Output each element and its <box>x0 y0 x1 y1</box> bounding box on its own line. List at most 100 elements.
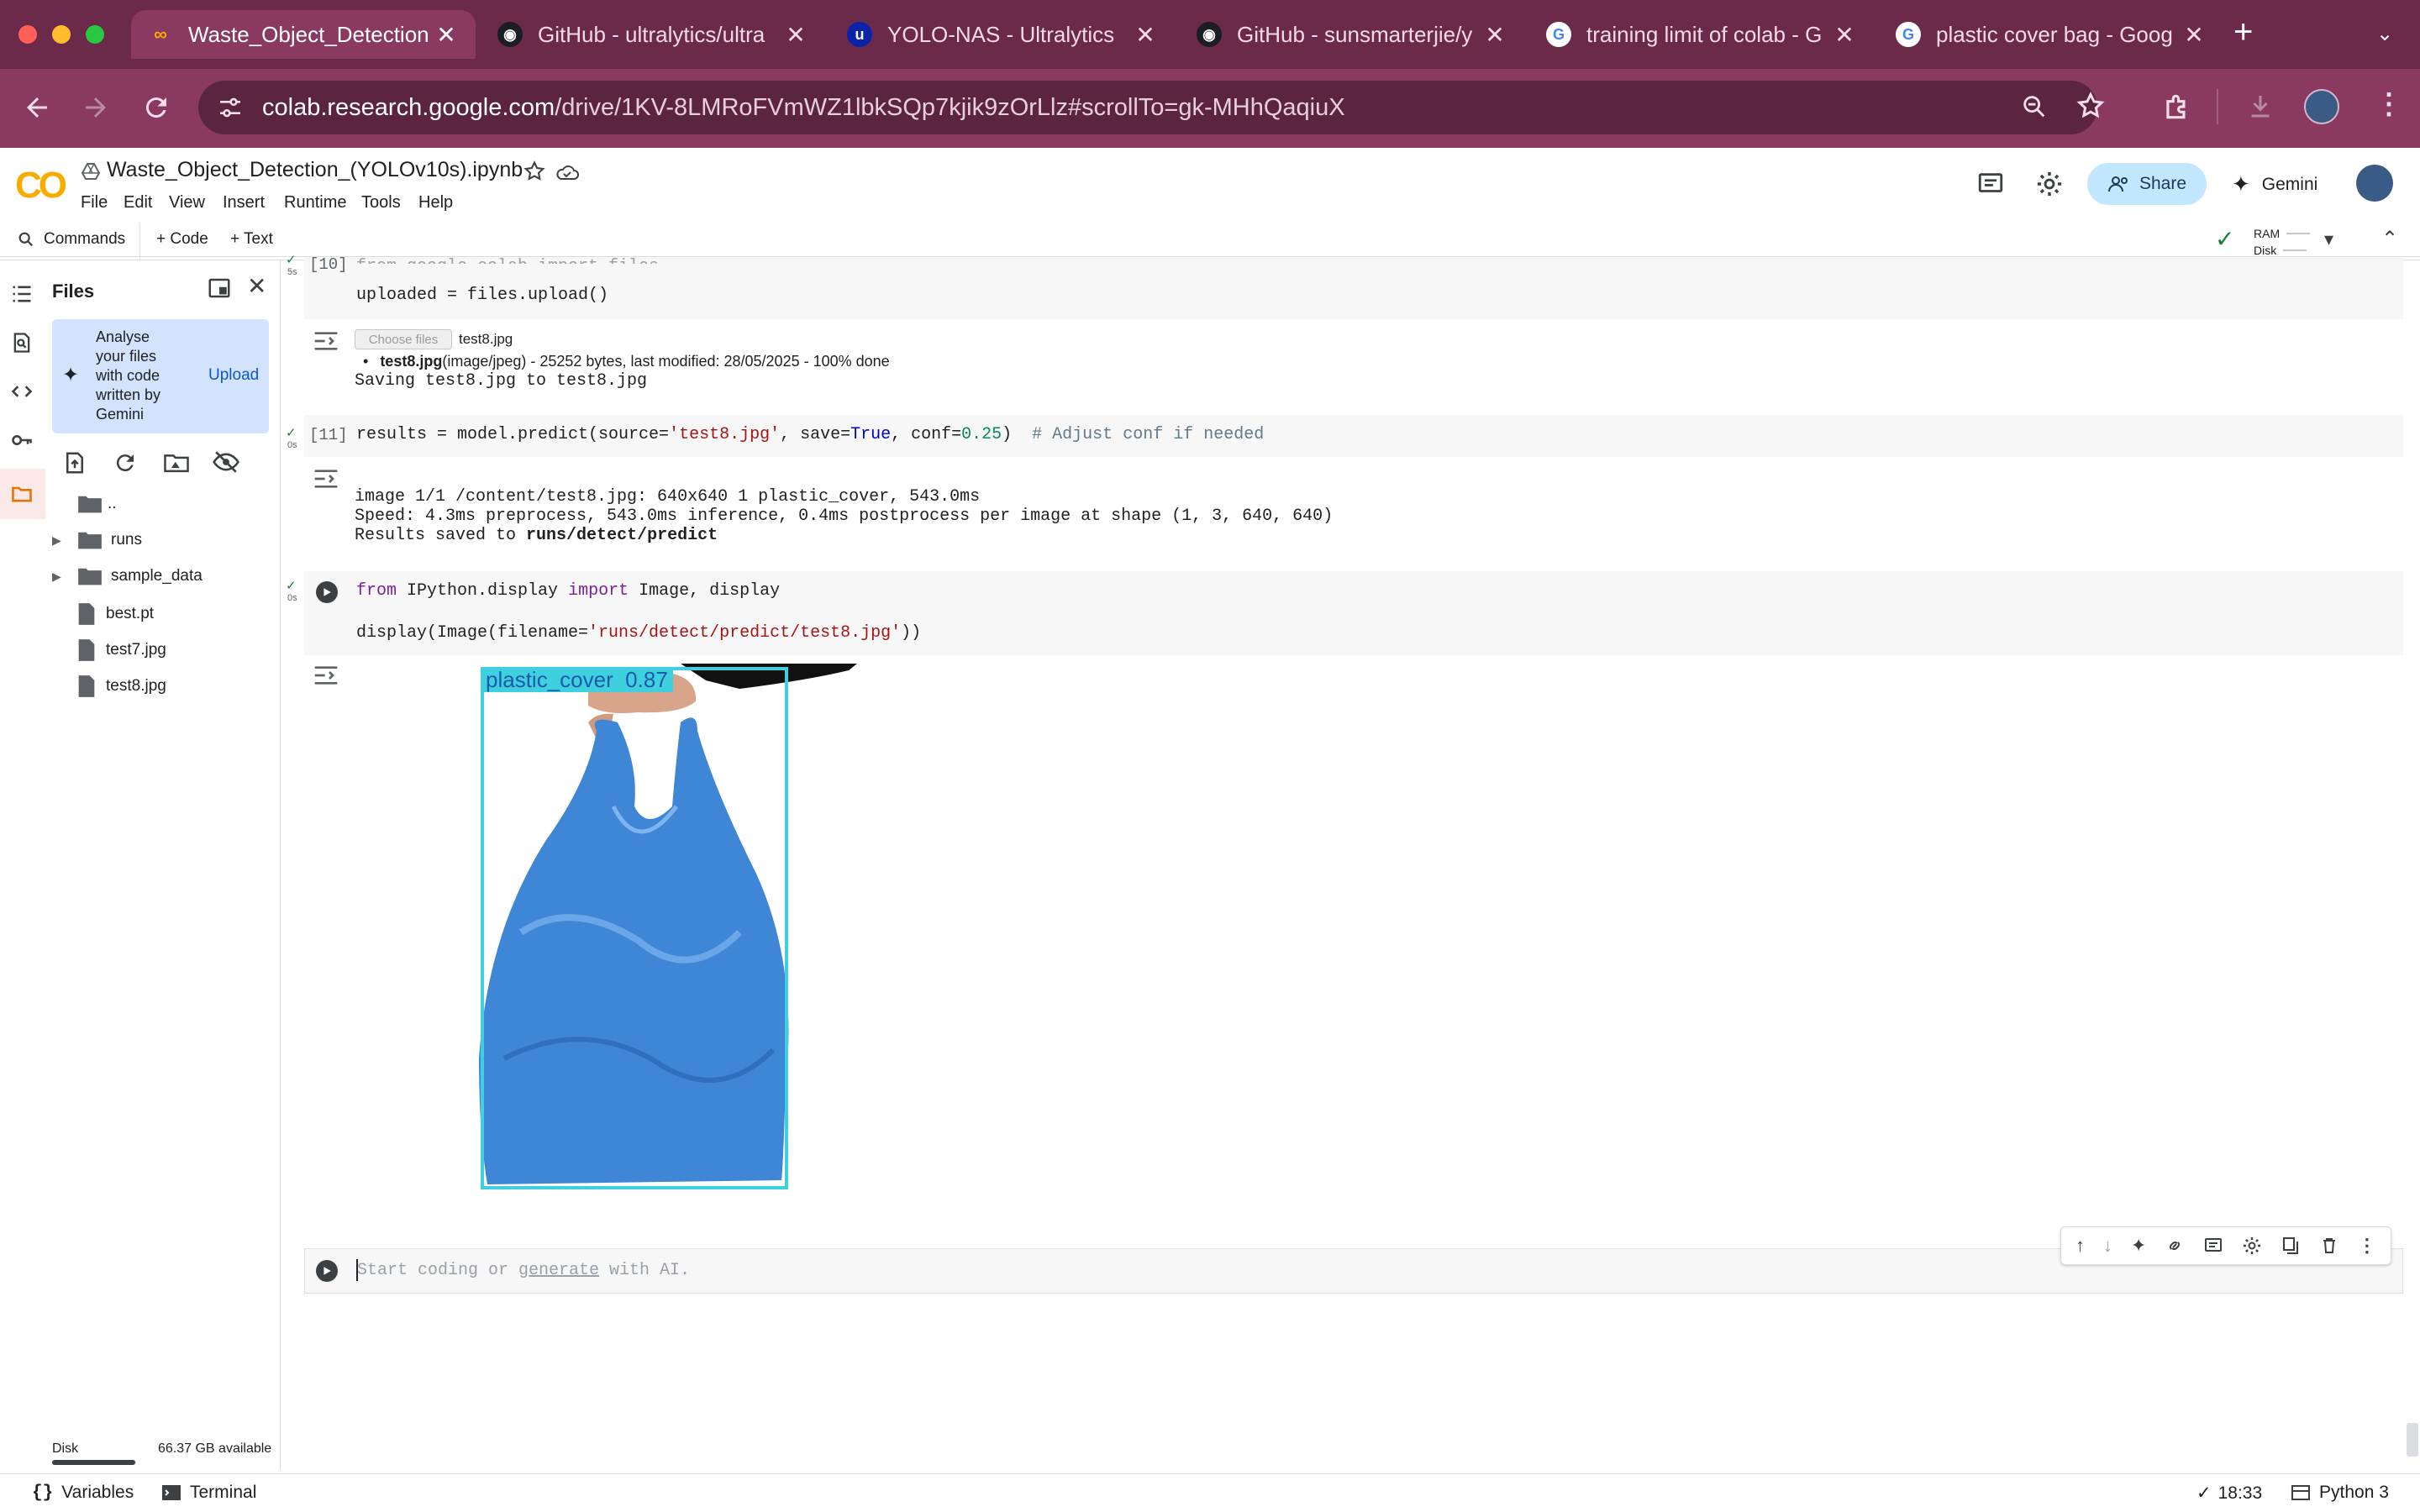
share-button[interactable]: Share <box>2087 163 2207 205</box>
variables-button[interactable]: {} Variables <box>32 1483 134 1503</box>
run-cell-button[interactable] <box>316 1260 338 1282</box>
bookmark-star-icon[interactable] <box>2075 91 2106 121</box>
code-cell[interactable]: results = model.predict(source='test8.jp… <box>304 415 2403 457</box>
browser-menu-icon[interactable]: ⋮ <box>2375 87 2403 121</box>
menu-runtime[interactable]: Runtime <box>284 193 346 213</box>
menu-edit[interactable]: Edit <box>124 193 152 213</box>
account-avatar[interactable] <box>2356 165 2393 202</box>
delete-icon[interactable] <box>2319 1236 2339 1256</box>
code-cell[interactable]: from google.colab import files uploaded … <box>304 257 2403 319</box>
mount-drive-icon[interactable] <box>163 450 190 475</box>
open-in-tab-icon[interactable] <box>207 276 232 301</box>
find-replace-icon[interactable] <box>10 331 34 354</box>
promo-upload-button[interactable]: Upload <box>208 366 259 385</box>
file-tree-item[interactable]: test8.jpg <box>77 675 166 698</box>
tab-search-chevron-icon[interactable]: ⌄ <box>2376 22 2393 46</box>
output-toggle-icon[interactable] <box>313 664 339 687</box>
scrollbar-thumb[interactable] <box>2407 1423 2418 1457</box>
collapse-header-icon[interactable]: ⌃ <box>2381 227 2398 251</box>
run-cell-button[interactable] <box>316 581 338 603</box>
menu-file[interactable]: File <box>81 193 108 213</box>
new-tab-icon[interactable]: + <box>2233 13 2253 51</box>
google-icon: G <box>1546 22 1571 47</box>
expand-caret-icon[interactable]: ▶ <box>52 533 77 548</box>
gemini-button[interactable]: ✦ Gemini <box>2232 171 2317 197</box>
comment-icon[interactable] <box>2203 1236 2223 1256</box>
expand-caret-icon[interactable]: ▶ <box>52 570 77 584</box>
address-bar[interactable]: colab.research.google.com/drive/1KV-8LMR… <box>198 81 2097 134</box>
upload-file-icon[interactable] <box>62 450 87 475</box>
colab-logo-icon[interactable]: CO <box>15 165 67 207</box>
browser-tab[interactable]: ◉ GitHub - ultralytics/ultra ✕ <box>481 10 825 59</box>
zoom-icon[interactable] <box>2020 92 2049 121</box>
secrets-key-icon[interactable] <box>10 428 34 452</box>
extensions-icon[interactable] <box>2161 91 2193 123</box>
file-tree-item[interactable]: ▶ sample_data <box>52 566 203 586</box>
browser-tab[interactable]: u YOLO-NAS - Ultralytics ✕ <box>830 10 1175 59</box>
link-icon[interactable] <box>2165 1236 2185 1256</box>
runtime-dropdown-icon[interactable]: ▾ <box>2324 228 2333 250</box>
cell-settings-icon[interactable] <box>2242 1236 2262 1256</box>
browser-tab[interactable]: G plastic cover bag - Goog ✕ <box>1879 10 2223 59</box>
refresh-icon[interactable] <box>113 450 138 475</box>
menu-insert[interactable]: Insert <box>223 193 265 213</box>
forward-icon[interactable] <box>81 92 111 123</box>
download-icon[interactable] <box>2245 91 2275 121</box>
file-tree-item[interactable]: best.pt <box>77 602 154 626</box>
runtime-type[interactable]: Python 3 <box>2291 1483 2389 1503</box>
close-tab-icon[interactable]: ✕ <box>1832 21 1857 49</box>
close-tab-icon[interactable]: ✕ <box>434 21 459 49</box>
back-icon[interactable] <box>22 92 52 123</box>
close-tab-icon[interactable]: ✕ <box>783 21 808 49</box>
code-line-clipped: from google.colab import files <box>356 257 659 264</box>
file-tree-item[interactable]: test7.jpg <box>77 638 166 662</box>
add-code-button[interactable]: + Code <box>156 230 208 249</box>
output-toggle-icon[interactable] <box>313 329 339 353</box>
move-down-icon[interactable]: ↓ <box>2103 1235 2112 1257</box>
move-up-icon[interactable]: ↑ <box>2075 1235 2085 1257</box>
profile-avatar[interactable] <box>2304 89 2339 124</box>
hide-files-icon[interactable] <box>212 449 240 475</box>
browser-tab[interactable]: G training limit of colab - G ✕ <box>1529 10 1874 59</box>
mirror-cell-icon[interactable] <box>2281 1236 2301 1256</box>
close-panel-icon[interactable]: ✕ <box>247 272 266 300</box>
cell-placeholder[interactable]: Start coding or generate with AI. <box>357 1261 690 1280</box>
file-tree-item[interactable]: ▶ runs <box>52 530 142 550</box>
minimize-window-icon[interactable] <box>52 25 71 44</box>
choose-files-button[interactable]: Choose files <box>355 329 452 349</box>
upload-result-item: • test8.jpg (image/jpeg) - 25252 bytes, la… <box>363 353 890 370</box>
settings-gear-icon[interactable] <box>2035 170 2064 198</box>
menu-view[interactable]: View <box>169 193 205 213</box>
close-tab-icon[interactable]: ✕ <box>1133 21 1158 49</box>
browser-tab[interactable]: ∞ Waste_Object_Detection ✕ <box>131 10 476 59</box>
resource-indicator[interactable]: RAM Disk <box>2254 225 2311 259</box>
execution-status[interactable]: ✓ 18:33 <box>2196 1483 2262 1504</box>
maximize-window-icon[interactable] <box>86 25 104 44</box>
notebook-title[interactable]: Waste_Object_Detection_(YOLOv10s).ipynb <box>107 158 523 182</box>
code-cell[interactable]: from IPython.display import Image, displ… <box>304 571 2403 655</box>
execution-count: [10] <box>309 255 348 274</box>
commands-button[interactable]: Commands <box>17 230 125 249</box>
menu-help[interactable]: Help <box>418 193 453 213</box>
file-tree-item[interactable]: .. <box>77 494 117 514</box>
menu-tools[interactable]: Tools <box>361 193 401 213</box>
gemini-sparkle-icon[interactable]: ✦ <box>2131 1235 2146 1257</box>
more-options-icon[interactable]: ⋮ <box>2358 1235 2376 1257</box>
terminal-button[interactable]: Terminal <box>161 1483 256 1503</box>
add-text-button[interactable]: + Text <box>230 230 273 249</box>
reload-icon[interactable] <box>141 92 171 123</box>
site-settings-icon[interactable] <box>217 94 244 121</box>
cloud-saved-icon[interactable] <box>555 161 580 183</box>
folder-icon[interactable] <box>10 482 34 506</box>
table-of-contents-icon[interactable] <box>10 282 34 306</box>
star-notebook-icon[interactable] <box>523 160 546 183</box>
close-window-icon[interactable] <box>18 25 37 44</box>
commands-label: Commands <box>44 230 126 248</box>
output-toggle-icon[interactable] <box>313 467 339 491</box>
ram-label: RAM <box>2254 227 2281 240</box>
close-tab-icon[interactable]: ✕ <box>2181 21 2207 49</box>
code-snippets-icon[interactable] <box>10 380 34 403</box>
comments-icon[interactable] <box>1976 170 2005 198</box>
browser-tab[interactable]: ◉ GitHub - sunsmarterjie/y ✕ <box>1180 10 1524 59</box>
close-tab-icon[interactable]: ✕ <box>1482 21 1507 49</box>
